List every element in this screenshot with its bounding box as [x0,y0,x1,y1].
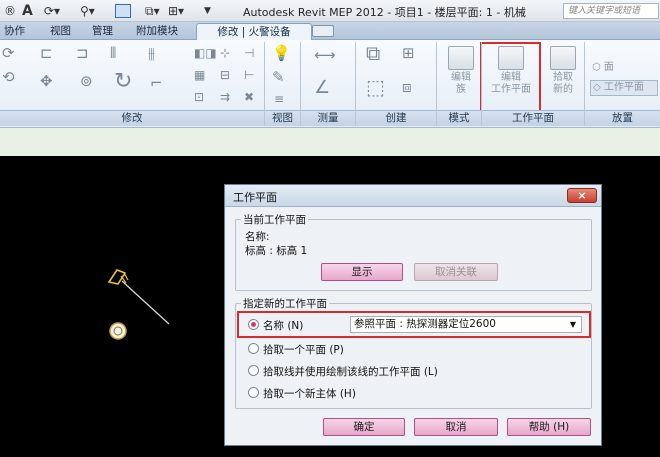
tab-addins[interactable]: 附加模块 [136,24,178,40]
radio-pick-plane[interactable] [248,343,259,354]
reference-line[interactable] [121,280,170,325]
cope-icon[interactable]: ⟲ [2,70,15,85]
create-assembly-icon[interactable]: ⧈ [402,80,412,95]
panel-workplane-label: 工作平面 [482,110,584,126]
placement-face-option[interactable]: ⬡ 面 [592,58,614,73]
radio-pick-line[interactable] [248,365,259,376]
edit-family-icon [448,46,474,70]
workplane-small-label: 工作平面 [603,82,644,93]
current-name-label: 名称: [245,231,270,243]
face-icon: ⬡ [592,62,601,73]
measure-distance-icon[interactable]: ⟷ [314,48,336,63]
copy-icon[interactable]: ⊚ [80,74,93,89]
window-icon[interactable]: ⊞▾ [168,3,184,19]
tab-collaborate[interactable]: 协作 [4,24,25,40]
ribbon-tabs: 协作 视图 管理 附加模块 修改 | 火警设备 [0,22,660,41]
split-icon[interactable]: ◧◨ [194,46,217,61]
radio-pick-line-label[interactable]: 拾取线并使用绘制该线的工作平面 (L) [263,364,438,379]
panel-measure-label: 测量 [301,110,355,126]
split-gap-icon[interactable]: ⊣ [244,46,254,61]
radio-pick-host-label[interactable]: 拾取一个新主体 (H) [263,386,356,401]
panel-placement-label: 放置 [585,110,660,126]
specify-workplane-title: 指定新的工作平面 [241,296,329,311]
mirror-draw-icon[interactable]: ⫵ [148,46,155,61]
pin-icon[interactable]: ⊹ [220,46,230,61]
trim-extend-icon[interactable]: ⌐ [150,76,163,91]
close-button[interactable]: × [567,188,597,203]
panel-create-label: 创建 [356,110,436,126]
dissociate-button[interactable]: 取消关联 [414,263,498,281]
show-button[interactable]: 显示 [321,263,403,281]
tab-view[interactable]: 视图 [50,24,71,40]
array-icon[interactable]: ▦ [194,68,205,83]
mirror-axis-icon[interactable]: ⫴ [110,46,116,61]
cancel-button[interactable]: 取消 [414,418,498,436]
app-title: Autodesk Revit MEP 2012 - 项目1 - 楼层平面: 1 … [243,6,526,19]
pick-new-icon [550,46,576,70]
panel-divider [584,42,585,126]
pick-new-label: 拾取 新的 [553,72,573,95]
dialog-title: 工作平面 [233,191,277,204]
hide-icon[interactable]: ≡ [274,92,284,107]
paste-icon[interactable]: ⟳ [2,46,15,61]
edit-family-label: 编辑 族 [451,72,471,95]
radio-pick-host[interactable] [248,387,259,398]
tab-manage[interactable]: 管理 [92,24,113,40]
offset-icon[interactable]: ⊐ [76,46,89,61]
title-bar: ® A ⟳▾ ⚲▾ ⧉▾ ⊞▾ ▼ Autodesk Revit MEP 201… [0,0,660,22]
revit-logo-icon[interactable]: ® [4,3,16,19]
view-icon[interactable] [115,4,131,18]
create-similar-icon[interactable]: ⊞ [402,46,415,61]
panel-divider [436,42,437,126]
text-icon[interactable]: A [22,3,33,19]
radio-pick-plane-label[interactable]: 拾取一个平面 (P) [263,342,344,357]
panel-modify-label: 修改 [0,110,264,126]
pen-icon[interactable]: ✎ [272,70,285,85]
switch-icon[interactable]: ⧉▾ [145,3,160,19]
workplane-place-icon: ◇ [593,82,601,93]
search-input[interactable]: 键入关键字或短语 [563,3,659,19]
ok-button[interactable]: 确定 [323,418,405,436]
create-parts-icon[interactable]: ⬚ [366,77,385,97]
join-icon[interactable]: ⊢ [244,68,254,83]
current-name-value: 标高 : 标高 1 [245,245,308,257]
align-icon[interactable]: ⊏ [40,46,53,61]
workplane-marker-icon[interactable] [107,269,129,285]
panel-view-label: 视图 [265,110,300,126]
panel-divider [481,42,482,126]
unpin-icon[interactable]: ⊟ [220,68,230,83]
panel-divider [264,42,265,126]
bulb-icon[interactable]: 💡 [272,46,291,61]
sync-icon[interactable]: ⟳▾ [44,3,60,19]
rotate-icon[interactable]: ↻ [114,71,132,93]
quick-access-dropdown-icon[interactable]: ▼ [204,3,211,19]
measure-icon[interactable]: ⚲▾ [80,3,95,19]
angle-dimension-icon[interactable]: ∠ [314,79,330,97]
delete-icon[interactable]: ✖ [244,90,254,105]
help-button[interactable]: 帮助 (H) [507,418,591,436]
panel-divider [300,42,301,126]
panel-divider [355,42,356,126]
panel-mode-label: 模式 [437,110,481,126]
unjoin-icon[interactable]: ⇉ [220,90,230,105]
current-workplane-title: 当前工作平面 [241,212,308,227]
face-label: 面 [603,62,614,73]
scale-icon[interactable]: ⊡ [194,90,204,105]
pick-new-button[interactable]: 拾取 新的 [546,46,580,96]
placement-workplane-option[interactable]: ◇ 工作平面 [590,80,658,96]
tab-modify-fire-alarm[interactable]: 修改 | 火警设备 [196,23,312,41]
edit-family-button[interactable]: 编辑 族 [444,46,478,96]
create-group-icon[interactable]: ⧉ [366,43,380,63]
name-option-highlight [237,311,591,338]
options-bar [0,128,660,156]
heat-detector-icon[interactable] [109,322,127,340]
edit-workplane-highlight [480,42,541,114]
dialog-titlebar[interactable]: 工作平面 × [225,185,601,207]
tab-extra-dropdown[interactable] [312,25,334,37]
move-icon[interactable]: ✥ [40,74,53,89]
